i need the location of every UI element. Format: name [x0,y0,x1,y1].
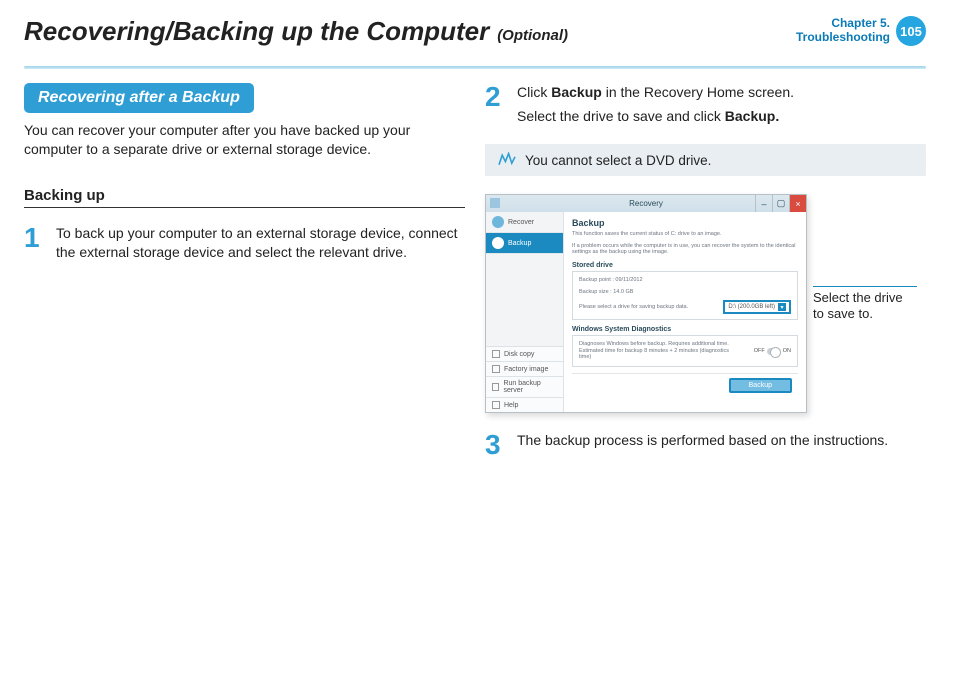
select-drive-prompt: Please select a drive for saving backup … [579,304,688,311]
step-2-text: Click Backup in the Recovery Home screen… [517,83,794,130]
panel-desc2: If a problem occurs while the computer i… [572,243,798,256]
sidebar-label-disk-copy: Disk copy [504,351,534,358]
sidebar-item-backup[interactable]: Backup [486,233,563,254]
header-divider [24,66,926,69]
section-heading: Recovering after a Backup [24,83,254,113]
run-backup-icon [492,383,499,391]
sidebar-item-recover[interactable]: Recover [486,212,563,233]
sidebar-item-help[interactable]: Help [486,397,563,412]
maximize-button[interactable]: ▢ [772,195,789,212]
recovery-app-window: Recovery – ▢ × Recover Backup [485,194,807,413]
panel-desc1: This function saves the current status o… [572,231,798,238]
chevron-down-icon: ▾ [778,303,786,311]
page-title-block: Recovering/Backing up the Computer (Opti… [24,16,568,47]
step-number-2: 2 [485,83,507,130]
subhead-backing-up: Backing up [24,187,465,208]
step2-part-a: Click [517,84,551,100]
step2-line2-bold: Backup. [725,108,779,124]
step-number-3: 3 [485,431,507,459]
section-intro: You can recover your computer after you … [24,121,465,159]
panel-title: Backup [572,218,798,228]
sidebar-label-help: Help [504,402,518,409]
diagnostics-toggle[interactable]: OFF ON [754,348,791,355]
help-icon [492,401,500,409]
callout-leader-line [813,286,917,287]
sidebar-label-recover: Recover [508,219,534,226]
sidebar-item-factory-image[interactable]: Factory image [486,361,563,376]
sidebar-label-factory: Factory image [504,366,548,373]
step2-part-b: in the Recovery Home screen. [602,84,794,100]
drive-select-dropdown[interactable]: D:\ (200.0GB left) ▾ [723,300,791,314]
app-title: Recovery [629,199,663,208]
note-icon [497,152,517,168]
step2-bold-backup: Backup [551,84,602,100]
backup-button[interactable]: Backup [729,378,792,393]
close-button[interactable]: × [789,195,806,212]
backup-point: Backup point : 09/11/2012 [579,277,791,284]
step-number-1: 1 [24,224,46,263]
step-3-text: The backup process is performed based on… [517,431,888,459]
toggle-switch-icon [767,348,781,355]
app-titlebar: Recovery – ▢ × [486,195,806,212]
drive-select-value: D:\ (200.0GB left) [728,304,775,310]
backup-icon [492,237,504,249]
toggle-on-label: ON [783,348,791,354]
page-number-badge: 105 [896,16,926,46]
disk-copy-icon [492,350,500,358]
chapter-line1: Chapter 5. [796,17,890,31]
backup-size: Backup size : 14.0 GB [579,289,791,296]
minimize-button[interactable]: – [755,195,772,212]
factory-image-icon [492,365,500,373]
sidebar-label-backup: Backup [508,240,531,247]
diagnostics-desc: Diagnoses Windows before backup. Require… [579,341,729,361]
toggle-off-label: OFF [754,348,765,354]
sidebar-label-run-backup: Run backup server [503,380,557,394]
step-1-text: To back up your computer to an external … [56,224,465,263]
chapter-line2: Troubleshooting [796,31,890,45]
chapter-block: Chapter 5. Troubleshooting 105 [796,16,926,46]
diagnostics-heading: Windows System Diagnostics [572,326,798,333]
note-box: You cannot select a DVD drive. [485,144,926,176]
recover-icon [492,216,504,228]
stored-drive-label: Stored drive [572,262,798,269]
note-text: You cannot select a DVD drive. [525,153,711,168]
sidebar-item-disk-copy[interactable]: Disk copy [486,346,563,361]
sidebar-item-run-backup[interactable]: Run backup server [486,376,563,397]
callout-text: Select the drive to save to. [813,290,903,321]
step2-line2-a: Select the drive to save and click [517,108,725,124]
app-icon [490,198,500,208]
page-subtitle: (Optional) [497,27,568,44]
page-title: Recovering/Backing up the Computer [24,16,489,47]
figure-callout: Select the drive to save to. [813,194,917,323]
